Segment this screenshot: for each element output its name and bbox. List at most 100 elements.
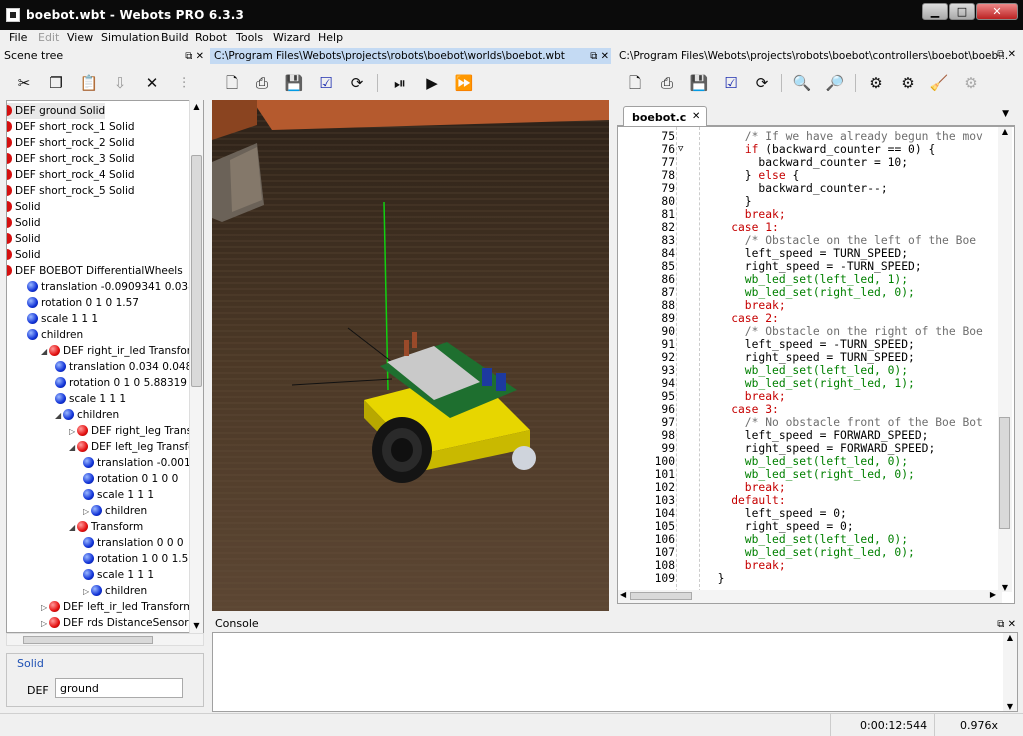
- run-icon[interactable]: ▶: [422, 73, 442, 93]
- scene-tree-hscrollbar[interactable]: [6, 633, 204, 646]
- open-file-icon[interactable]: ⎙: [657, 73, 677, 93]
- save-as-icon[interactable]: ☑: [316, 73, 336, 93]
- minimize-button[interactable]: ▁: [922, 3, 948, 20]
- revert-icon[interactable]: ⟳: [347, 73, 367, 93]
- menu-robot[interactable]: Robot: [195, 31, 227, 44]
- tree-node[interactable]: ▷ DEF rds DistanceSensor: [41, 615, 189, 631]
- tree-node[interactable]: scale 1 1 1: [27, 311, 98, 327]
- tree-node[interactable]: rotation 0 1 0 0: [83, 471, 178, 487]
- menu-help[interactable]: Help: [318, 31, 343, 44]
- tree-node[interactable]: DEF short_rock_4 Solid: [7, 167, 135, 183]
- expand-toggle-icon[interactable]: ▷: [69, 424, 77, 440]
- editor-hscrollbar[interactable]: ◀ ▶: [618, 590, 1002, 603]
- tab-boebot-c[interactable]: boebot.c ✕: [623, 106, 707, 127]
- save-all-icon[interactable]: ☑: [721, 73, 741, 93]
- tree-node[interactable]: translation 0.034 0.048 -0.: [55, 359, 203, 375]
- 3d-view[interactable]: [212, 100, 609, 611]
- build-icon[interactable]: ⚙: [866, 73, 886, 93]
- tree-node[interactable]: ▷ children: [83, 503, 147, 519]
- tree-node[interactable]: ◢ children: [55, 407, 119, 423]
- expand-toggle-icon[interactable]: ◢: [55, 408, 63, 424]
- menu-build[interactable]: Build: [161, 31, 189, 44]
- tree-node[interactable]: children: [27, 327, 83, 343]
- tree-node[interactable]: rotation 0 1 0 5.88319: [55, 375, 187, 391]
- paste-icon[interactable]: 📋: [79, 73, 99, 93]
- menu-tools[interactable]: Tools: [236, 31, 263, 44]
- tree-node[interactable]: Solid: [7, 247, 41, 263]
- expand-toggle-icon[interactable]: ◢: [69, 440, 77, 456]
- fast-icon[interactable]: ⏩: [454, 73, 474, 93]
- close-button[interactable]: ✕: [976, 3, 1018, 20]
- compile-icon[interactable]: ⚙: [898, 73, 918, 93]
- code-editor[interactable]: 75 /* If we have already begun the mov 76…: [617, 126, 1015, 604]
- tree-node[interactable]: DEF short_rock_3 Solid: [7, 151, 135, 167]
- expand-toggle-icon[interactable]: ▷: [83, 504, 91, 520]
- tree-node[interactable]: translation 0 0 0: [83, 535, 184, 551]
- delete-icon[interactable]: ✕: [142, 73, 162, 93]
- open-world-icon[interactable]: ⎙: [252, 73, 272, 93]
- console-scrollbar[interactable]: ▲ ▼: [1003, 633, 1017, 711]
- copy-icon[interactable]: ❐: [46, 73, 66, 93]
- tree-node[interactable]: scale 1 1 1: [55, 391, 126, 407]
- tree-node[interactable]: ▷ DEF left_ir_led Transform: [41, 599, 193, 615]
- expand-toggle-icon[interactable]: ◢: [69, 520, 77, 536]
- tree-node[interactable]: translation -0.0909341 0.038009: [27, 279, 203, 295]
- tree-node[interactable]: DEF short_rock_5 Solid: [7, 183, 135, 199]
- save-world-icon[interactable]: 💾: [284, 73, 304, 93]
- tab-list-icon[interactable]: ▼: [1002, 109, 1009, 119]
- tree-node[interactable]: rotation 0 1 0 1.57: [27, 295, 139, 311]
- tree-node[interactable]: Solid: [7, 231, 41, 247]
- expand-toggle-icon[interactable]: ◢: [41, 344, 49, 360]
- tree-node[interactable]: DEF ground Solid: [7, 103, 106, 119]
- expand-toggle-icon[interactable]: ▷: [83, 584, 91, 600]
- maximize-button[interactable]: □: [949, 3, 975, 20]
- expand-toggle-icon[interactable]: ▷: [41, 600, 49, 616]
- def-input[interactable]: [55, 678, 183, 698]
- tree-node[interactable]: Solid: [7, 199, 41, 215]
- tree-node[interactable]: DEF short_rock_2 Solid: [7, 135, 135, 151]
- line-number: 80: [661, 195, 675, 208]
- editor-vscrollbar[interactable]: ▲ ▼: [998, 127, 1012, 592]
- tree-node[interactable]: ◢ DEF right_ir_led Transform: [41, 343, 201, 359]
- replace-icon[interactable]: 🔎: [825, 73, 845, 93]
- step-icon[interactable]: ⏯: [390, 73, 410, 93]
- tree-node[interactable]: Solid: [7, 215, 41, 231]
- reset-icon[interactable]: ⫶: [174, 73, 194, 93]
- new-world-icon[interactable]: 🗋: [222, 73, 242, 93]
- tree-node[interactable]: scale 1 1 1: [83, 487, 154, 503]
- save-file-icon[interactable]: 💾: [689, 73, 709, 93]
- tree-node[interactable]: ▷ DEF right_leg Transform: [69, 423, 203, 440]
- dock-float-close-icon[interactable]: ⧉ ✕: [185, 49, 204, 65]
- tree-node[interactable]: translation -0.001 -0: [83, 455, 203, 471]
- tree-node[interactable]: ▷ children: [83, 583, 147, 599]
- expand-toggle-icon[interactable]: ▷: [41, 616, 49, 632]
- tab-close-icon[interactable]: ✕: [692, 111, 700, 122]
- dock-float-close-icon[interactable]: ⧉ ✕: [997, 49, 1016, 60]
- menu-simulation[interactable]: Simulation: [101, 31, 160, 44]
- tree-node[interactable]: rotation 1 0 0 1.57: [83, 551, 195, 567]
- dock-float-close-icon[interactable]: ⧉ ✕: [997, 617, 1016, 633]
- menu-edit[interactable]: Edit: [38, 31, 59, 44]
- tree-node[interactable]: DEF short_rock_1 Solid: [7, 119, 135, 135]
- menu-view[interactable]: View: [67, 31, 93, 44]
- find-icon[interactable]: 🔍: [792, 73, 812, 93]
- menu-file[interactable]: File: [9, 31, 27, 44]
- new-file-icon[interactable]: 🗋: [625, 73, 645, 93]
- tree-node[interactable]: DEF BOEBOT DifferentialWheels: [7, 263, 183, 279]
- tree-node[interactable]: ◢ DEF left_leg Transform: [69, 439, 203, 456]
- scene-tree-scrollbar[interactable]: ▲ ▼: [189, 100, 203, 633]
- fold-icon[interactable]: ▽: [678, 143, 683, 156]
- tree-node-label: DEF short_rock_5 Solid: [15, 185, 135, 197]
- tree-node[interactable]: ◢ Transform: [69, 519, 143, 535]
- tree-node[interactable]: scale 1 1 1: [83, 567, 154, 583]
- insert-after-icon[interactable]: ⇩: [110, 73, 130, 93]
- clean-icon[interactable]: 🧹: [929, 73, 949, 93]
- menu-wizard[interactable]: Wizard: [273, 31, 311, 44]
- cross-compile-icon[interactable]: ⚙: [961, 73, 981, 93]
- dock-float-close-icon[interactable]: ⧉ ✕: [590, 49, 609, 65]
- node-icon: [77, 441, 88, 452]
- console-output[interactable]: ▲ ▼: [212, 632, 1018, 712]
- revert-file-icon[interactable]: ⟳: [752, 73, 772, 93]
- scene-tree[interactable]: DEF ground Solid DEF short_rock_1 Solid DE…: [6, 100, 204, 633]
- cut-icon[interactable]: ✂: [14, 73, 34, 93]
